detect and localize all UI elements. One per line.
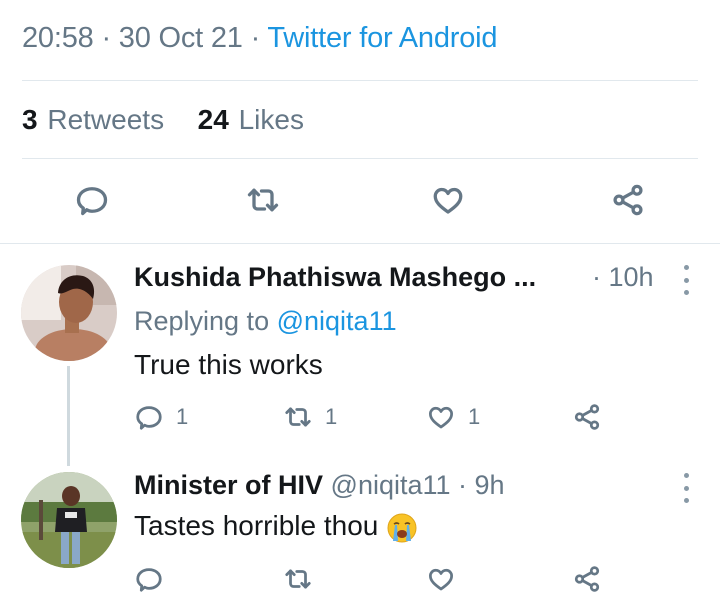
more-options-icon[interactable] — [676, 265, 696, 295]
replying-to: Replying to @niqita11 — [134, 306, 397, 337]
tweet-action-bar — [0, 180, 720, 224]
handle-and-time: @niqita11 · 9h — [330, 470, 505, 500]
reply-text: Tastes horrible thou — [134, 510, 379, 541]
reply-button[interactable]: 1 — [134, 400, 188, 434]
thread-connector — [67, 366, 70, 466]
like-icon — [429, 406, 453, 429]
share-button[interactable] — [572, 562, 602, 596]
reply-author[interactable]: Kushida Phathiswa Mashego ... — [134, 262, 536, 293]
retweets-stat[interactable]: 3 Retweets — [22, 104, 172, 135]
retweet-button[interactable] — [243, 180, 283, 220]
likes-label: Likes — [238, 104, 304, 135]
tweet-meta: 20:58 · 30 Oct 21 · Twitter for Android — [22, 22, 498, 55]
retweet-button[interactable] — [283, 562, 325, 596]
divider — [22, 158, 698, 159]
avatar[interactable] — [21, 472, 117, 568]
retweet-icon — [285, 407, 311, 427]
tweet-source-link[interactable]: Twitter for Android — [267, 22, 497, 54]
display-name: Kushida Phathiswa Mashego ... — [134, 262, 537, 292]
likes-stat[interactable]: 24 Likes — [198, 104, 304, 135]
tweet-date: 30 Oct 21 — [118, 22, 243, 54]
like-button[interactable] — [426, 562, 468, 596]
loudly-crying-face-icon — [387, 513, 417, 543]
replying-to-label: Replying to — [134, 306, 270, 336]
share-button[interactable] — [608, 180, 648, 220]
reply-icon — [136, 406, 162, 430]
reply-timestamp: · 10h — [592, 262, 654, 292]
avatar[interactable] — [21, 265, 117, 361]
share-icon — [574, 404, 600, 430]
replying-to-handle[interactable]: @niqita11 — [277, 306, 397, 336]
like-button[interactable]: 1 — [426, 400, 480, 434]
tweet-time: 20:58 — [22, 22, 94, 54]
tweet-stats: 3 Retweets 24 Likes — [22, 104, 304, 136]
reply-text-row: Tastes horrible thou — [134, 510, 418, 544]
retweet-icon — [247, 188, 279, 212]
reply-author[interactable]: Minister of HIV @niqita11 · 9h — [134, 470, 505, 501]
retweet-count: 1 — [325, 404, 338, 429]
meta-separator: · — [101, 22, 111, 54]
divider — [0, 243, 720, 244]
display-name: Minister of HIV — [134, 470, 324, 500]
retweets-label: Retweets — [47, 104, 165, 135]
reply-text: True this works — [134, 349, 323, 380]
reply-button[interactable] — [72, 180, 112, 220]
reply-button[interactable] — [134, 562, 176, 596]
reply-count: 1 — [176, 404, 189, 429]
likes-count: 24 — [197, 104, 229, 135]
share-button[interactable] — [572, 400, 602, 434]
meta-separator: · — [250, 22, 261, 54]
user-photo — [21, 265, 117, 361]
retweet-button[interactable]: 1 — [283, 400, 337, 434]
more-options-icon[interactable] — [676, 473, 696, 503]
reply-icon — [76, 187, 108, 216]
like-icon — [433, 187, 463, 214]
share-icon — [613, 184, 643, 216]
like-count: 1 — [468, 404, 481, 429]
user-photo — [21, 472, 117, 568]
like-button[interactable] — [428, 180, 468, 220]
divider — [22, 80, 698, 81]
retweets-count: 3 — [22, 104, 38, 135]
